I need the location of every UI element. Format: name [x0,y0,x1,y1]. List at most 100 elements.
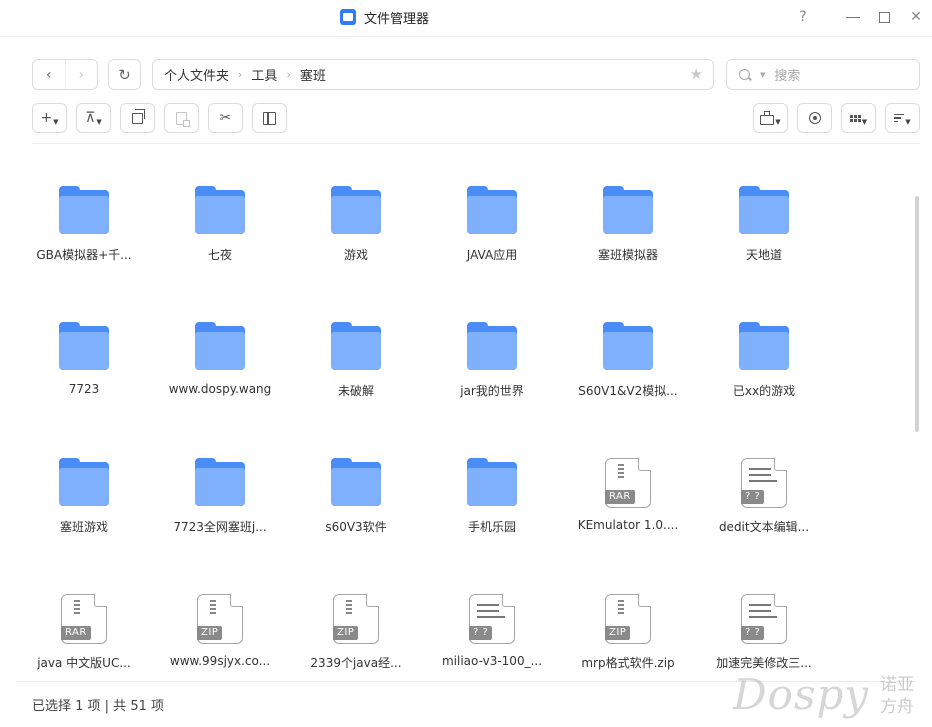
item-name: 游戏 [343,248,368,262]
cut-button[interactable]: ✂ [208,103,243,133]
compress-button[interactable] [252,103,287,133]
search-icon [739,69,750,80]
folder-item[interactable]: 未破解 [288,286,424,416]
folder-item[interactable]: 手机乐园 [424,422,560,552]
new-button[interactable]: + ▼ [32,103,67,133]
folder-icon [331,322,381,370]
gear-icon [808,112,821,124]
folder-item[interactable]: www.dospy.wang [152,286,288,416]
archive-file-icon: ZIP [333,594,379,644]
file-item[interactable]: ? ? 加速完美修改三... [696,558,832,675]
folder-item[interactable]: 已xx的游戏 [696,286,832,416]
folder-item[interactable]: 七夜 [152,150,288,280]
file-item[interactable]: ZIP www.99sjyx.co... [152,558,288,675]
folder-icon [603,322,653,370]
scrollbar[interactable] [915,196,919,432]
folder-icon [467,458,517,506]
archive-file-icon: RAR [605,458,651,508]
file-grid: GBA模拟器+千... 七夜 游戏 JAVA应用 塞班模拟器 天地道 7723 www.dos… [16,150,896,675]
file-type-badge: RAR [605,490,635,504]
folder-item[interactable]: S60V1&V2模拟... [560,286,696,416]
file-item[interactable]: ? ? miliao-v3-100_... [424,558,560,675]
item-name: KEmulator 1.0.... [577,518,679,532]
folder-icon [467,322,517,370]
folder-icon [331,186,381,234]
folder-item[interactable]: 天地道 [696,150,832,280]
file-item[interactable]: ZIP 2339个java经... [288,558,424,675]
file-item[interactable]: RAR KEmulator 1.0.... [560,422,696,552]
settings-button[interactable] [797,103,832,133]
sort-button[interactable]: ▼ [885,103,920,133]
share-button[interactable]: ▼ [753,103,788,133]
breadcrumb[interactable]: 个人文件夹 › 工具 › 塞班 ★ [152,59,714,90]
view-mode-button[interactable]: ▼ [841,103,876,133]
item-name: JAVA应用 [466,248,518,262]
folder-item[interactable]: jar我的世界 [424,286,560,416]
file-type-badge: ? ? [741,626,765,640]
folder-item[interactable]: 7723 [16,286,152,416]
breadcrumb-item[interactable]: 个人文件夹 [164,65,229,84]
item-name: 塞班模拟器 [597,248,658,262]
file-item[interactable]: ZIP mrp格式软件.zip [560,558,696,675]
toolbar-divider [32,143,920,144]
item-name: 天地道 [745,248,782,262]
folder-item[interactable]: 塞班游戏 [16,422,152,552]
file-type-badge: ? ? [469,626,493,640]
folder-item[interactable]: GBA模拟器+千... [16,150,152,280]
folder-icon [59,186,109,234]
chevron-right-icon: › [238,68,243,81]
chevron-down-icon: ▼ [861,118,868,126]
help-button[interactable]: ? [792,6,814,28]
maximize-button[interactable] [873,6,895,28]
forward-button[interactable]: › [64,60,98,89]
item-name: 塞班游戏 [59,520,108,534]
breadcrumb-item[interactable]: 塞班 [300,65,326,84]
refresh-button[interactable]: ↻ [108,59,141,90]
copy-button[interactable] [120,103,155,133]
window-title: 文件管理器 [364,12,430,27]
item-name: www.99sjyx.co... [169,654,271,668]
paste-button[interactable] [164,103,199,133]
status-text: 已选择 1 项 | 共 51 项 [32,699,164,714]
archive-file-icon: ZIP [197,594,243,644]
folder-item[interactable]: 塞班模拟器 [560,150,696,280]
folder-item[interactable]: 7723全网塞班j... [152,422,288,552]
file-item[interactable]: ? ? dedit文本编辑... [696,422,832,552]
back-button[interactable]: ‹ [33,60,65,89]
file-type-badge: ZIP [197,626,223,640]
folder-icon [59,458,109,506]
item-name: jar我的世界 [460,384,524,398]
history-nav: ‹ › [32,59,98,90]
sort-icon [894,113,905,123]
item-name: 未破解 [337,384,374,398]
item-name: 手机乐园 [467,520,516,534]
folder-icon [331,458,381,506]
upload-button[interactable]: ⊼ ▼ [76,103,111,133]
folder-icon [59,322,109,370]
item-name: GBA模拟器+千... [36,248,132,262]
title-bar: 文件管理器 ? ✕ [0,0,932,37]
briefcase-icon [760,110,775,125]
file-type-badge: RAR [61,626,91,640]
item-name: 7723 [68,382,100,396]
breadcrumb-item[interactable]: 工具 [251,65,277,84]
close-button[interactable]: ✕ [905,6,927,28]
compress-icon [263,111,276,125]
star-icon[interactable]: ★ [690,65,703,83]
item-name: mrp格式软件.zip [581,656,675,670]
file-type-badge: ? ? [741,490,765,504]
minimize-button[interactable] [842,6,864,28]
search-input[interactable]: ▼ 搜索 [726,59,920,90]
folder-item[interactable]: 游戏 [288,150,424,280]
item-name: www.dospy.wang [168,382,272,396]
folder-item[interactable]: JAVA应用 [424,150,560,280]
grid-view-icon [849,114,861,122]
item-name: S60V1&V2模拟... [578,384,678,398]
file-item[interactable]: RAR java 中文版UC... [16,558,152,675]
folder-item[interactable]: s60V3软件 [288,422,424,552]
chevron-down-icon: ▼ [775,118,781,126]
item-name: 2339个java经... [310,656,402,670]
item-name: dedit文本编辑... [718,520,810,534]
plus-icon: + [40,110,53,126]
file-type-badge: ZIP [333,626,359,640]
